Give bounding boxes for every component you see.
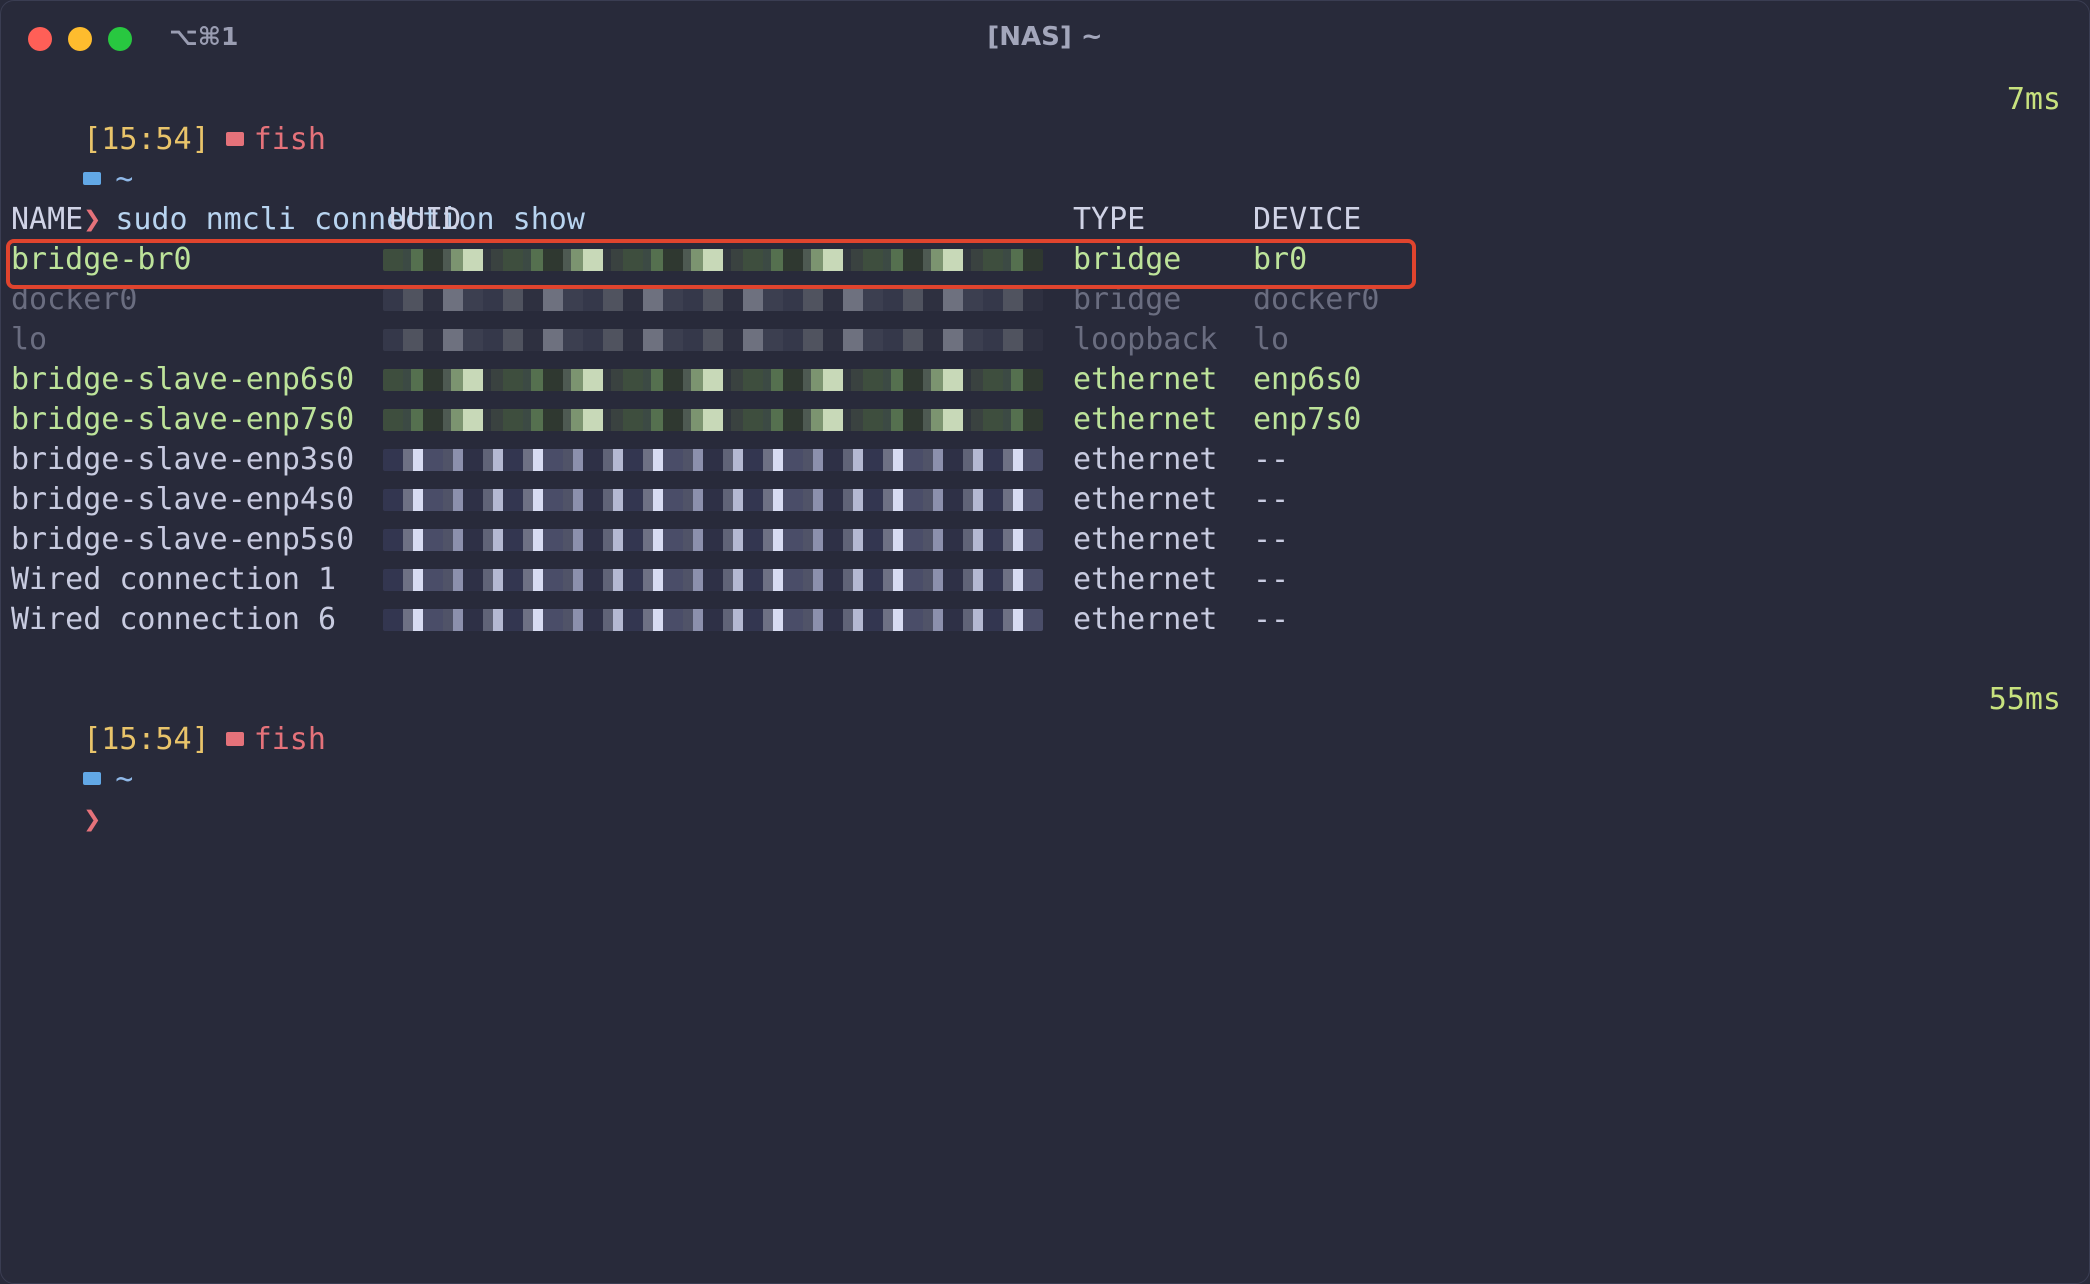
row-type: ethernet	[1073, 362, 1218, 397]
row-type: ethernet	[1073, 442, 1218, 477]
prompt-line: [15:54] fish	[11, 80, 326, 157]
row-name: bridge-slave-enp5s0	[11, 522, 355, 557]
row-name: bridge-slave-enp7s0	[11, 402, 355, 437]
title-bar: ⌥⌘1 [NAS] ~	[1, 1, 2089, 75]
header-uuid: UUID	[389, 202, 462, 237]
row-name: Wired connection 1	[11, 562, 337, 597]
window-title: [NAS] ~	[987, 22, 1103, 52]
redacted-uuid	[383, 449, 1043, 471]
row-name: bridge-slave-enp4s0	[11, 482, 355, 517]
command-line: ❯ sudo nmcli connection show	[11, 160, 585, 237]
redacted-uuid	[383, 329, 1043, 351]
row-name: bridge-slave-enp3s0	[11, 442, 355, 477]
header-type: TYPE	[1073, 202, 1146, 237]
cwd: ~	[115, 762, 134, 797]
prompt-line: [15:54] fish	[11, 680, 326, 757]
row-type: loopback	[1073, 322, 1218, 357]
shell-name: fish	[253, 122, 326, 157]
header-device: DEVICE	[1253, 202, 1362, 237]
header-name: NAME	[11, 202, 84, 237]
cwd-line: ~	[11, 120, 133, 197]
row-device: enp7s0	[1253, 402, 1362, 437]
row-device: --	[1253, 522, 1290, 557]
terminal-icon	[225, 131, 244, 146]
row-name: Wired connection 6	[11, 602, 337, 637]
prompt-symbol: ❯	[83, 202, 102, 237]
row-type: ethernet	[1073, 562, 1218, 597]
row-device: --	[1253, 602, 1290, 637]
redacted-uuid	[383, 289, 1043, 311]
redacted-uuid	[383, 529, 1043, 551]
redacted-uuid	[383, 489, 1043, 511]
row-type: ethernet	[1073, 522, 1218, 557]
row-device: --	[1253, 442, 1290, 477]
command-text: sudo nmcli connection show	[115, 202, 585, 237]
row-device: --	[1253, 482, 1290, 517]
shell-name: fish	[253, 722, 326, 757]
row-type: ethernet	[1073, 602, 1218, 637]
cwd-line: ~	[11, 720, 133, 797]
prompt-symbol: ❯	[83, 802, 102, 837]
row-device: enp6s0	[1253, 362, 1362, 397]
redacted-uuid	[383, 569, 1043, 591]
row-device: lo	[1253, 322, 1290, 357]
terminal-icon	[225, 731, 244, 746]
row-type: ethernet	[1073, 402, 1218, 437]
command-duration: 7ms	[2006, 82, 2061, 117]
row-name: bridge-slave-enp6s0	[11, 362, 355, 397]
row-device: --	[1253, 562, 1290, 597]
row-name: lo	[11, 322, 48, 357]
command-duration: 55ms	[1988, 682, 2061, 717]
terminal-window: ⌥⌘1 [NAS] ~ [15:54] fish 7ms ~ ❯ sudo nmcl…	[0, 0, 2090, 1284]
redacted-uuid	[383, 369, 1043, 391]
input-line[interactable]: ❯	[11, 760, 115, 837]
redacted-uuid	[383, 409, 1043, 431]
highlight-box	[6, 239, 1416, 289]
row-type: ethernet	[1073, 482, 1218, 517]
redacted-uuid	[383, 609, 1043, 631]
